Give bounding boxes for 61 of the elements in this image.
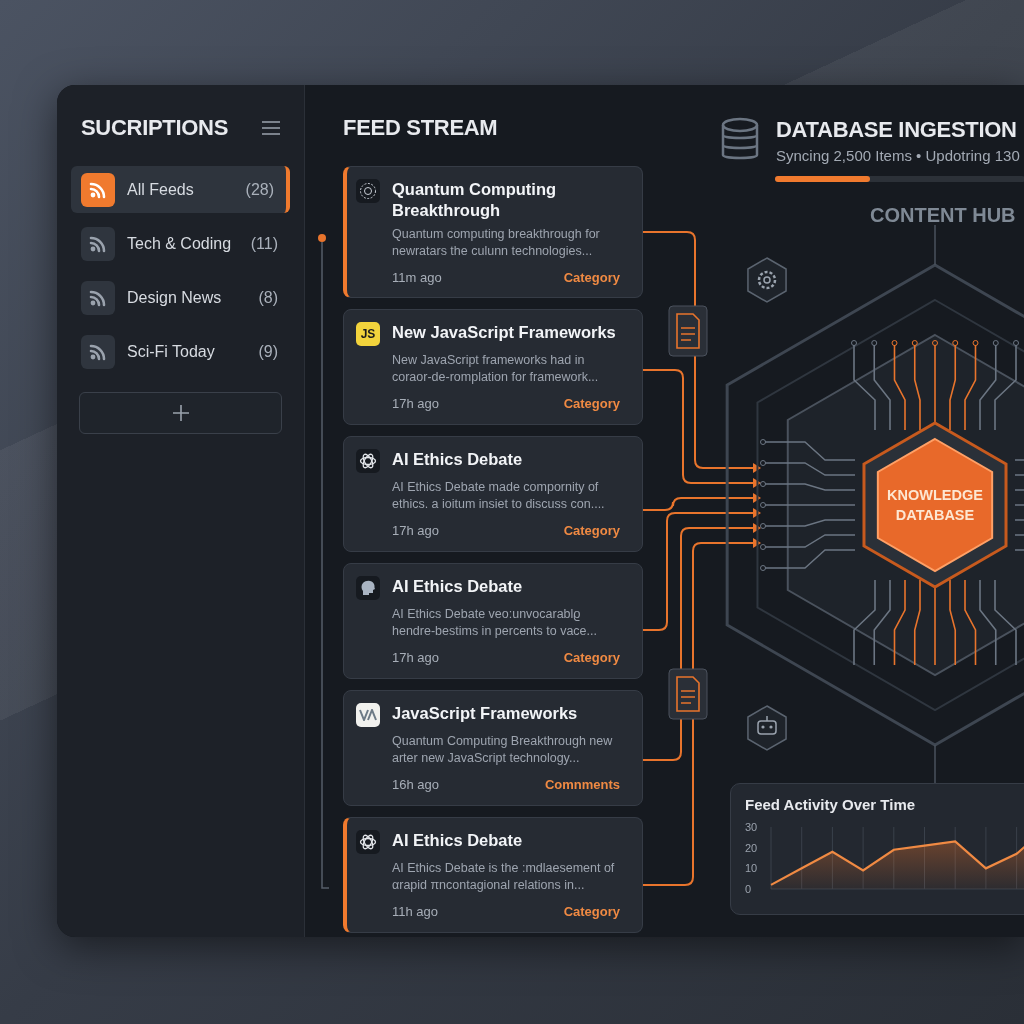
knot-icon [356,449,380,473]
axis-tick-label: 30 [745,821,758,833]
ingestion-title: DATABASE INGESTION [776,117,1018,143]
card-title: AI Ethics Debate [392,449,524,470]
hub-core-label: KNOWLEDGE DATABASE [886,486,984,525]
feed-card[interactable]: AI Ethics Debate AI Ethics Debate veo:unvocarablϱ hendre-bestims in percents to vace... 17h ago Category [343,563,643,679]
card-time: 11m ago [392,270,442,285]
card-summary: New JavaScript frameworks had in coraor-de-romplation for framework... [392,351,600,386]
plus-icon [171,404,190,422]
document-icon [668,668,708,720]
feed-title: FEED STREAM [343,115,499,142]
feed-card[interactable]: AI Ethics Debate AI Ethics Debate is the :mdlaesement of αrapid πncontagional relations in... 11h ago Category [343,817,643,933]
card-tag[interactable]: Category [563,904,620,920]
card-time: 17h ago [392,650,439,666]
subscription-item[interactable]: All Feeds (28) [71,166,290,213]
robot-icon [747,705,787,751]
chart-title: Feed Activity Over Time [745,796,917,813]
js-logo-icon: JS [356,322,380,346]
feed-card[interactable]: Quantum Computing Breakthrough Quantum computing breakthrough for newratars the culunn technologies... 11m ago Category [343,166,643,298]
axis-tick-label: 0 [745,883,752,895]
ingestion-status: Syncing 2,500 Items • Updotring 130 [776,147,1020,164]
card-time: 16h ago [392,777,439,793]
card-summary: AI Ethics Debate veo:unvocarablϱ hendre-bestims in percents to vace... [392,605,598,640]
card-title: New JavaScript Frameworks [392,322,617,343]
menu-icon[interactable] [262,121,280,135]
card-title: JavaScript Frameworks [392,703,579,724]
sidebar-title: SUCRIPTIONS [81,115,229,141]
card-title: AI Ethics Debate [392,830,524,851]
rss-icon [81,172,115,207]
card-summary: Quantum computing breakthrough for newratars the culunn technologies... [392,226,601,260]
head-silhouette-icon [356,576,380,600]
axis-tick-label: 20 [745,841,758,854]
card-summary: AI Ethics Debate made compornity of ethics. a ioitum insiet to discuss con.... [392,478,606,513]
card-tag[interactable]: Comnments [544,777,620,793]
gear-icon [747,257,787,303]
feed-card[interactable]: AI Ethics Debate AI Ethics Debate made compornity of ethics. a ioitum insiet to discuss con.... 17h ago Category [343,436,643,552]
card-time: 17h ago [392,523,439,539]
va-logo-icon [356,703,380,727]
document-icon [668,305,708,357]
card-title: AI Ethics Debate [392,576,524,597]
chip-icon [356,179,380,203]
card-tag[interactable]: Category [563,650,620,666]
rss-icon [81,280,115,315]
card-summary: Quantum Computing Breakthrough new arter new JavaScript technology... [392,732,614,767]
axis-tick-label: 10 [745,862,758,875]
card-time: 11h ago [392,904,439,920]
knot-icon [356,830,380,854]
card-tag[interactable]: Category [563,523,620,539]
rss-icon [81,334,115,369]
feed-card[interactable]: JavaScript Frameworks Quantum Computing Breakthrough new arter new JavaScript technology... 16h ago Comnments [343,690,643,806]
card-title: Quantum Computing Breakthrough [392,179,558,221]
rss-icon [81,226,115,261]
hub-title: CONTENT HUB [870,204,1016,227]
card-tag[interactable]: Category [563,396,620,412]
subscription-item[interactable]: Sci-Fi Today (9) [71,328,290,375]
subscription-item[interactable]: Design News (8) [71,274,290,321]
card-tag[interactable]: Category [563,270,620,285]
feed-card[interactable]: JS New JavaScript Frameworks New JavaScript frameworks had in coraor-de-romplation for framework... 17h ago Category [343,309,643,425]
card-time: 17h ago [392,396,439,412]
subscription-item[interactable]: Tech & Coding (11) [71,220,290,267]
card-summary: AI Ethics Debate is the :mdlaesement of αrapid πncontagional relations in... [392,859,616,894]
